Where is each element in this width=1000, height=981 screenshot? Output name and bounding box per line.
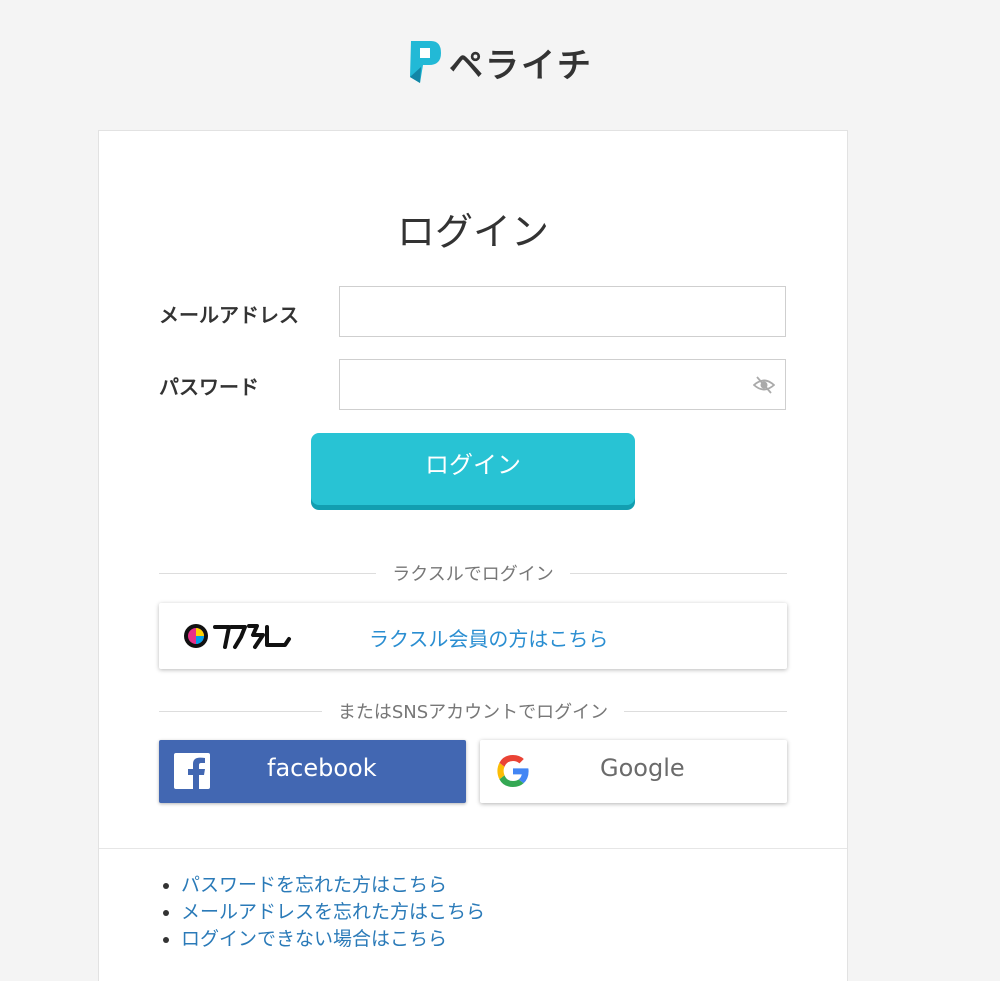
password-field[interactable]	[339, 359, 786, 410]
divider-line	[159, 572, 377, 574]
divider-line	[159, 710, 322, 712]
divider-line	[569, 572, 787, 574]
email-label: メールアドレス	[159, 303, 299, 327]
card-separator	[99, 848, 847, 849]
raksul-logo	[184, 624, 291, 649]
password-label: パスワード	[159, 375, 259, 399]
raksul-divider: ラクスルでログイン	[159, 561, 787, 585]
raksul-divider-text: ラクスルでログイン	[392, 564, 554, 585]
facebook-icon	[174, 753, 210, 789]
page-title: ログイン	[396, 210, 549, 254]
google-icon	[497, 755, 529, 787]
sns-divider-text: またはSNSアカウントでログイン	[337, 702, 609, 723]
peraichi-logo-icon	[410, 41, 441, 83]
brand-logo[interactable]: ペライチ	[407, 37, 593, 87]
login-card: ログイン メールアドレス パスワード ログイン ラクスルでログイン ラクスル会員…	[98, 130, 848, 981]
divider-line	[624, 710, 788, 712]
facebook-button-label: facebook	[267, 754, 377, 782]
forgot-email-link[interactable]: メールアドレスを忘れた方はこちら	[181, 899, 485, 926]
email-field[interactable]	[339, 286, 786, 337]
eye-slash-icon[interactable]	[753, 375, 775, 395]
help-links: パスワードを忘れた方はこちら メールアドレスを忘れた方はこちら ログインできない…	[181, 872, 485, 953]
facebook-login-button[interactable]: facebook	[159, 740, 466, 803]
cannot-login-link[interactable]: ログインできない場合はこちら	[181, 926, 485, 953]
raksul-button-label: ラクスル会員の方はこちら	[369, 627, 609, 651]
google-button-label: Google	[600, 754, 685, 782]
login-button[interactable]: ログイン	[311, 433, 635, 505]
sns-divider: またはSNSアカウントでログイン	[159, 699, 788, 723]
brand-name: ペライチ	[449, 45, 593, 86]
google-login-button[interactable]: Google	[480, 740, 787, 803]
header: ペライチ	[0, 36, 1000, 88]
raksul-login-button[interactable]: ラクスル会員の方はこちら	[159, 603, 787, 669]
forgot-password-link[interactable]: パスワードを忘れた方はこちら	[181, 872, 485, 899]
